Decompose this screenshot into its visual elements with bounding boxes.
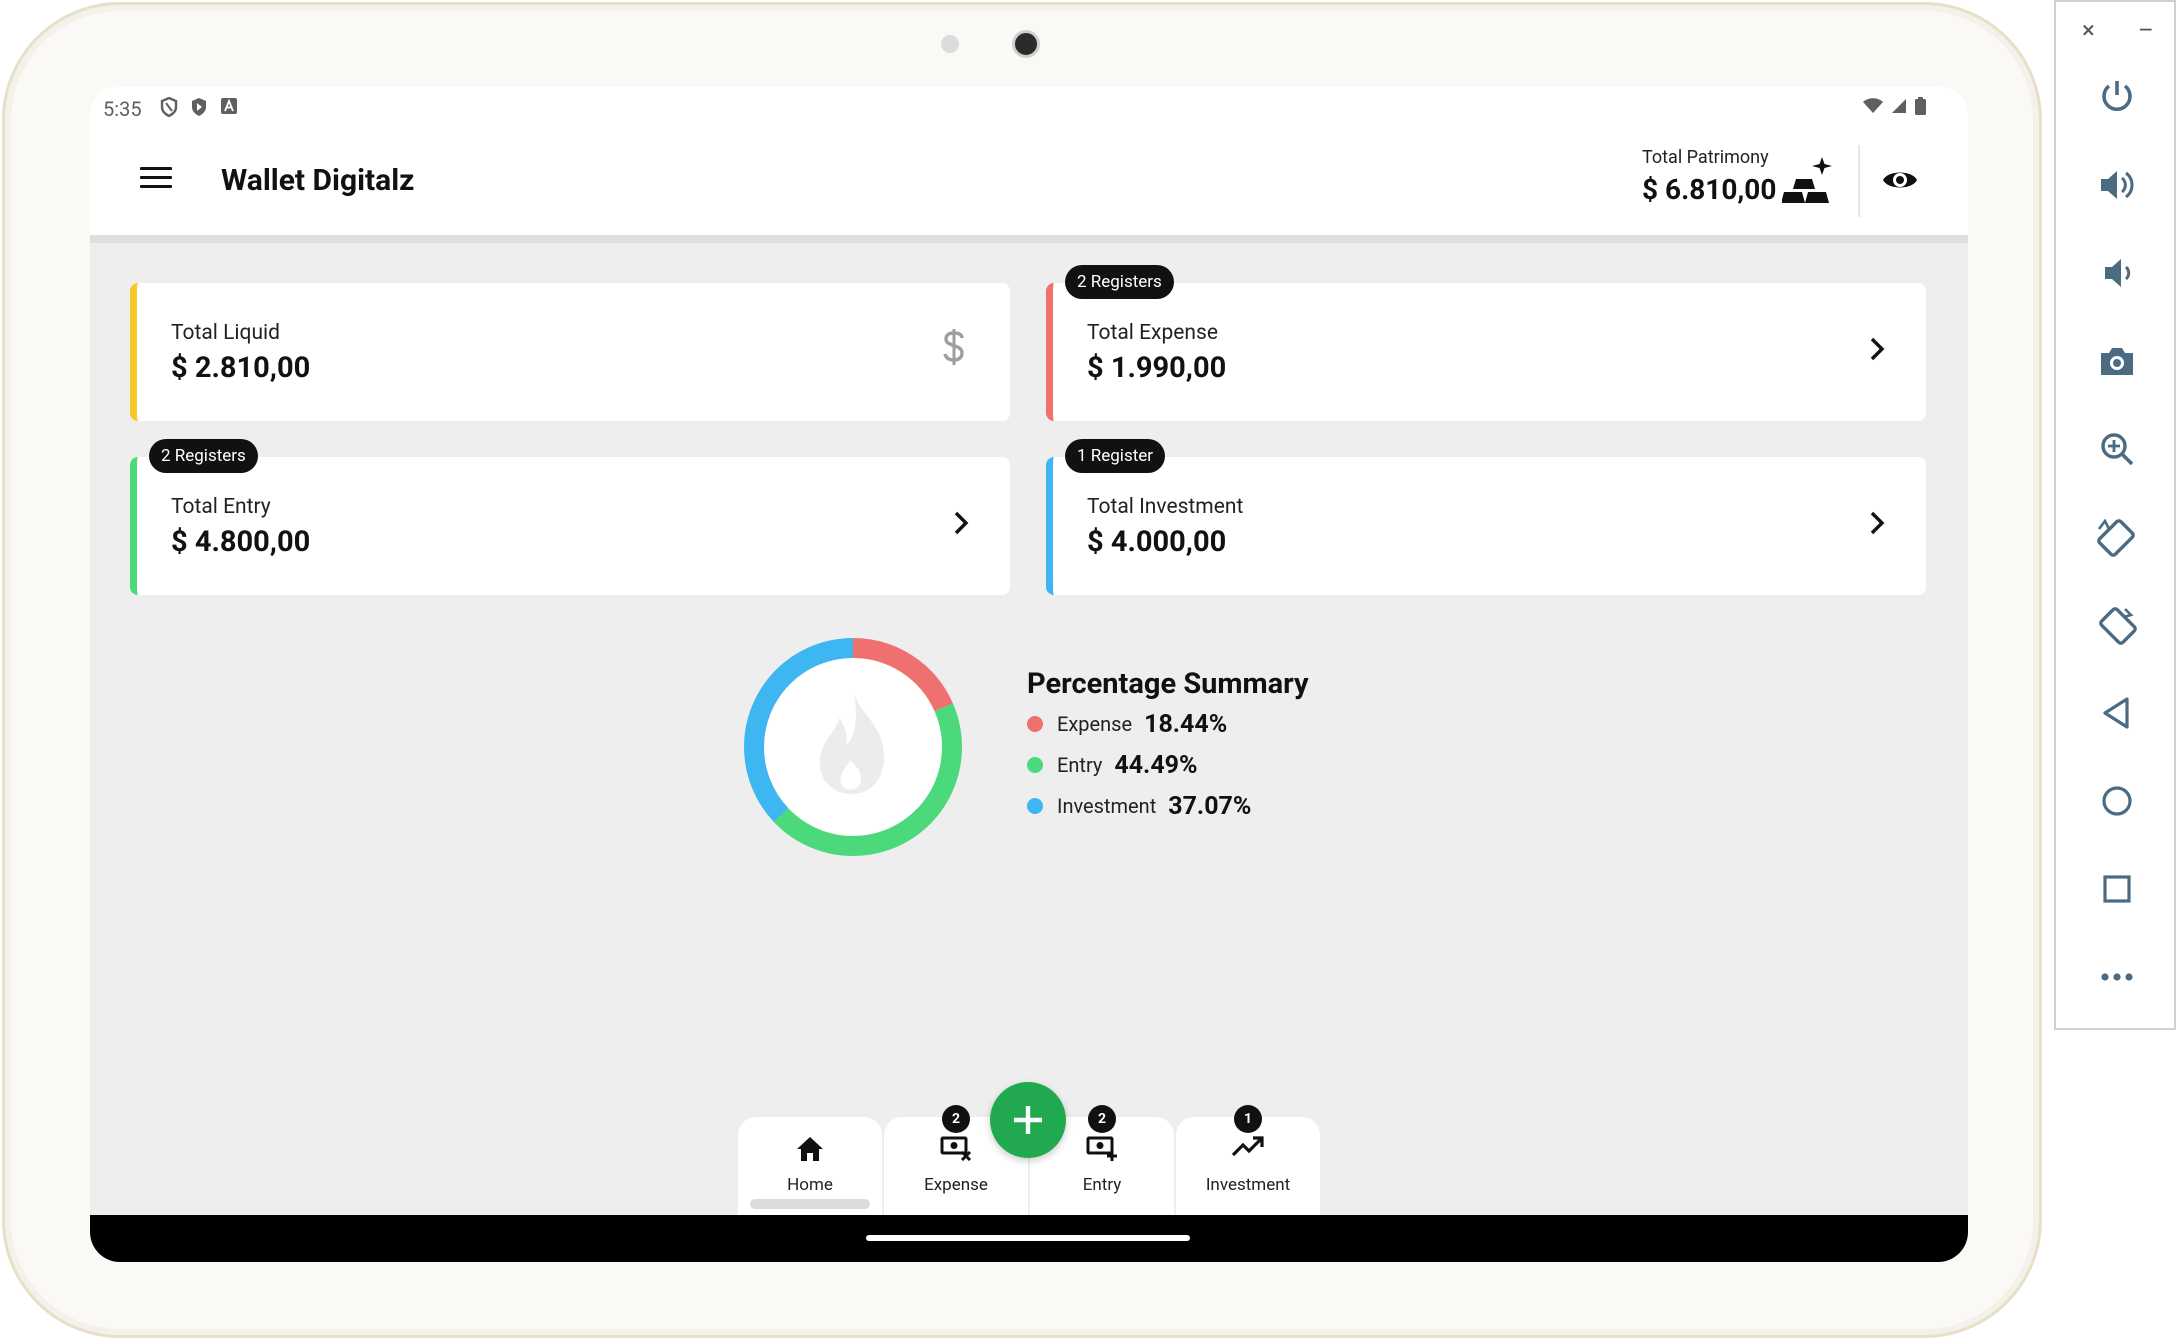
chevron-right-icon[interactable] <box>1868 509 1886 537</box>
rotate-right-button[interactable] <box>2092 600 2142 650</box>
gold-bars-icon <box>1782 157 1832 203</box>
total-liquid-card: Total Liquid $ 2.810,00 <box>130 283 1010 421</box>
home-button[interactable] <box>2092 776 2142 826</box>
dollar-icon <box>943 329 964 365</box>
expense-registers-badge: 2 Registers <box>1065 265 1174 299</box>
total-investment-card[interactable]: Total Investment $ 4.000,00 <box>1046 457 1926 595</box>
nav-tab-investment[interactable]: 1 Investment <box>1176 1105 1320 1217</box>
legend-dot-expense <box>1027 716 1043 732</box>
rotate-right-icon <box>2099 607 2137 645</box>
total-liquid-value: $ 2.810,00 <box>171 351 311 385</box>
legend-percent-expense: 18.44% <box>1144 709 1228 739</box>
legend-name-entry: Entry <box>1057 753 1103 777</box>
nav-label-expense: Expense <box>924 1175 988 1195</box>
app-screen: 5:35 Wallet Digitalz Total Patrimony $ 6… <box>90 87 1968 1262</box>
appbar-divider <box>1858 145 1860 217</box>
zoom-button[interactable] <box>2092 424 2142 474</box>
investment-registers-badge: 1 Register <box>1065 439 1166 473</box>
battery-icon <box>1915 97 1926 115</box>
legend-name-investment: Investment <box>1057 794 1157 818</box>
status-bar: 5:35 <box>90 87 1968 127</box>
volume-down-icon <box>2105 259 2131 287</box>
nav-tab-home[interactable]: Home <box>738 1117 882 1217</box>
chevron-right-icon[interactable] <box>952 509 970 537</box>
volume-down-button[interactable] <box>2092 248 2142 298</box>
total-liquid-label: Total Liquid <box>171 321 280 345</box>
camera-icon <box>2101 348 2133 375</box>
emulator-toolbar: × – <box>2054 0 2176 1030</box>
power-icon <box>2102 81 2132 112</box>
expense-count-badge: 2 <box>942 1105 970 1133</box>
legend-name-expense: Expense <box>1057 712 1133 736</box>
total-patrimony-label: Total Patrimony <box>1642 147 1769 168</box>
nav-label-entry: Entry <box>1082 1175 1122 1195</box>
total-entry-value: $ 4.800,00 <box>171 525 311 559</box>
total-expense-card[interactable]: Total Expense $ 1.990,00 <box>1046 283 1926 421</box>
close-icon[interactable]: × <box>2082 16 2095 44</box>
back-button[interactable] <box>2092 688 2142 738</box>
wifi-icon <box>1863 98 1883 113</box>
legend-row-investment: Investment 37.07% <box>1027 789 1251 823</box>
sensor-dot <box>941 35 959 53</box>
gesture-handle[interactable] <box>866 1235 1190 1241</box>
total-entry-card[interactable]: Total Entry $ 4.800,00 <box>130 457 1010 595</box>
app-title: Wallet Digitalz <box>221 163 415 198</box>
legend-percent-investment: 37.07% <box>1168 791 1252 821</box>
legend-percent-entry: 44.49% <box>1114 750 1198 780</box>
nav-label-investment: Investment <box>1205 1175 1291 1195</box>
home-icon <box>797 1137 823 1161</box>
play-protect-icon <box>192 98 206 116</box>
nav-label-home: Home <box>787 1175 833 1195</box>
zoom-in-icon <box>2101 433 2134 466</box>
total-expense-label: Total Expense <box>1087 321 1218 345</box>
signal-icon <box>1892 99 1906 113</box>
volume-up-button[interactable] <box>2092 160 2142 210</box>
add-register-fab[interactable] <box>990 1082 1066 1158</box>
trending-up-icon <box>1231 1136 1264 1157</box>
home-circle-icon <box>2102 786 2132 816</box>
front-camera <box>1012 30 1040 58</box>
volume-up-icon <box>2101 171 2134 199</box>
device-frame: 5:35 Wallet Digitalz Total Patrimony $ 6… <box>2 2 2042 1338</box>
entry-count-badge: 2 <box>1088 1105 1116 1133</box>
rotate-left-button[interactable] <box>2092 512 2142 562</box>
money-add-icon <box>1086 1136 1117 1161</box>
screenshot-button[interactable] <box>2092 336 2142 386</box>
shield-outline-icon <box>160 97 178 117</box>
active-tab-indicator <box>750 1199 870 1209</box>
system-navigation-bar <box>90 1215 1968 1262</box>
app-bar: Wallet Digitalz Total Patrimony $ 6.810,… <box>90 127 1968 243</box>
total-patrimony-value: $ 6.810,00 <box>1642 173 1777 206</box>
back-triangle-icon <box>2103 697 2129 729</box>
investment-count-badge: 1 <box>1234 1105 1262 1133</box>
total-investment-label: Total Investment <box>1087 495 1244 519</box>
font-badge-icon <box>221 98 237 114</box>
legend-dot-entry <box>1027 757 1043 773</box>
chevron-right-icon[interactable] <box>1868 335 1886 363</box>
hamburger-menu-icon[interactable] <box>140 167 172 193</box>
overview-square-icon <box>2103 875 2131 903</box>
total-investment-value: $ 4.000,00 <box>1087 525 1227 559</box>
total-expense-value: $ 1.990,00 <box>1087 351 1227 385</box>
entry-registers-badge: 2 Registers <box>149 439 258 473</box>
plus-icon <box>1014 1106 1042 1134</box>
status-icons-right <box>1863 97 1926 115</box>
legend-dot-investment <box>1027 798 1043 814</box>
percentage-summary-title: Percentage Summary <box>1027 667 1309 701</box>
total-entry-label: Total Entry <box>171 495 271 519</box>
percentage-donut-chart <box>744 638 962 856</box>
status-icons-left <box>160 97 238 117</box>
more-button[interactable] <box>2092 952 2142 1002</box>
overview-button[interactable] <box>2092 864 2142 914</box>
money-remove-icon <box>940 1136 972 1161</box>
legend-row-expense: Expense 18.44% <box>1027 707 1227 741</box>
status-time: 5:35 <box>103 97 142 121</box>
eye-visibility-icon[interactable] <box>1882 167 1918 193</box>
legend-row-entry: Entry 44.49% <box>1027 748 1197 782</box>
emulator-window-controls: × – <box>2056 16 2174 46</box>
minimize-icon[interactable]: – <box>2138 16 2154 44</box>
power-button[interactable] <box>2092 72 2142 122</box>
rotate-left-icon <box>2097 518 2135 557</box>
more-dots-icon <box>2101 973 2133 981</box>
